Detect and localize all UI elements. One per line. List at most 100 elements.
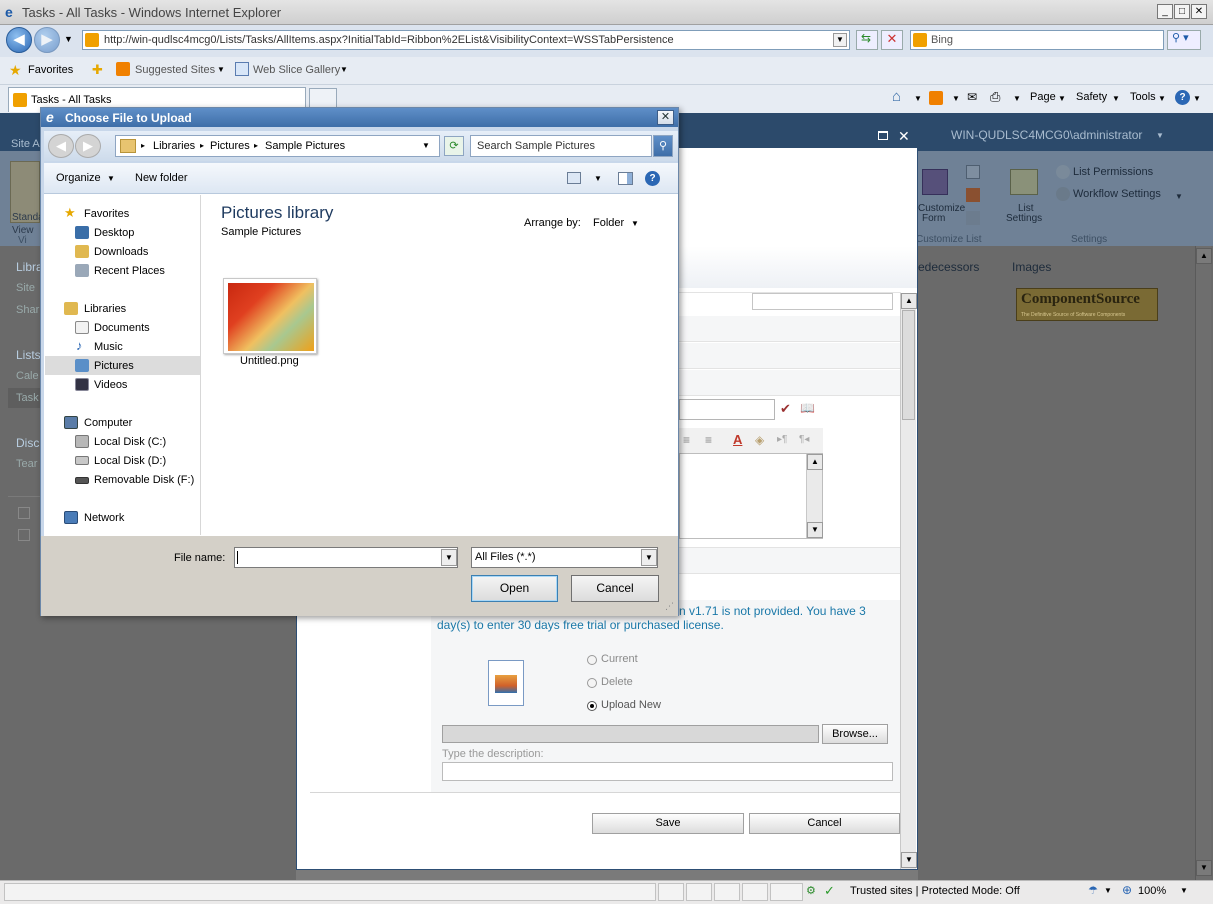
add-favorite-icon[interactable]: ✚ — [92, 62, 103, 78]
address-text[interactable]: http://win-qudlsc4mcg0/Lists/Tasks/AllIt… — [104, 34, 674, 46]
feeds-icon[interactable] — [929, 91, 943, 105]
standard-view-button[interactable]: Standa — [10, 161, 44, 223]
modal-scrollbar[interactable]: ▲ ▼ — [900, 293, 917, 869]
modal-scroll-up-icon[interactable]: ▲ — [901, 293, 917, 309]
textarea-scroll-down-icon[interactable]: ▼ — [807, 522, 823, 538]
suggested-sites-dropdown-icon[interactable]: ▼ — [217, 65, 225, 74]
nav-recent-places[interactable]: Recent Places — [94, 265, 165, 277]
close-window-button[interactable]: ✕ — [1191, 4, 1207, 19]
nav-local-disk-d[interactable]: Local Disk (D:) — [94, 455, 166, 467]
compat-view-button[interactable]: ⇆ — [856, 30, 878, 50]
cancel-button[interactable]: Cancel — [749, 813, 900, 834]
check-names-icon[interactable]: ✔ — [780, 401, 791, 417]
print-dropdown-icon[interactable]: ▼ — [1013, 94, 1021, 103]
nav-pictures[interactable]: Pictures — [94, 360, 134, 372]
description-textarea[interactable]: ▲ ▼ — [679, 453, 823, 539]
breadcrumb-sample-pictures[interactable]: Sample Pictures — [265, 140, 345, 152]
list-settings-icon[interactable] — [1010, 169, 1038, 195]
list-permissions-button[interactable]: List Permissions — [1073, 166, 1153, 178]
workflow-settings-dropdown-icon[interactable]: ▼ — [1175, 192, 1183, 201]
font-color-icon[interactable]: A — [733, 432, 742, 447]
radio-delete[interactable] — [587, 678, 597, 688]
zoom-level[interactable]: 100% — [1138, 885, 1166, 897]
organize-dropdown-icon[interactable]: ▼ — [107, 174, 115, 183]
user-dropdown-icon[interactable]: ▼ — [1156, 131, 1164, 140]
dialog-help-icon[interactable]: ? — [645, 171, 660, 186]
web-slice-gallery-link[interactable]: Web Slice Gallery — [253, 64, 340, 76]
ltr-icon[interactable]: ▸¶ — [777, 434, 787, 445]
edit-list-icon[interactable] — [966, 165, 980, 179]
print-icon[interactable]: ⎙ — [990, 89, 1000, 105]
dialog-refresh-button[interactable]: ⟳ — [444, 136, 464, 156]
open-button[interactable]: Open — [471, 575, 558, 602]
change-view-icon[interactable] — [567, 172, 581, 184]
modal-scroll-down-icon[interactable]: ▼ — [901, 852, 917, 868]
delete-list-icon[interactable] — [966, 188, 980, 202]
home-dropdown-icon[interactable]: ▼ — [914, 94, 922, 103]
nav-network[interactable]: Network — [84, 512, 124, 524]
browse-people-icon[interactable]: 📖 — [800, 401, 815, 415]
security-zone-text[interactable]: Trusted sites | Protected Mode: Off — [850, 885, 1020, 897]
address-bar[interactable]: http://win-qudlsc4mcg0/Lists/Tasks/AllIt… — [82, 30, 850, 50]
suggested-sites-link[interactable]: Suggested Sites — [135, 64, 215, 76]
breadcrumb-libraries[interactable]: Libraries — [153, 140, 195, 152]
nav-team-link[interactable]: Tear — [16, 458, 37, 470]
page-menu[interactable]: Page — [1030, 91, 1056, 103]
organize-button[interactable]: Organize — [56, 172, 101, 184]
file-name-label[interactable]: Untitled.png — [240, 355, 299, 367]
highlight-icon[interactable]: ◈ — [755, 433, 764, 447]
nav-discussions-heading[interactable]: Disc — [16, 436, 39, 450]
forward-button[interactable]: ▶ — [34, 27, 60, 53]
file-thumbnail[interactable] — [223, 278, 317, 354]
workflow-settings-button[interactable]: Workflow Settings — [1073, 188, 1161, 200]
nav-local-disk-c[interactable]: Local Disk (C:) — [94, 436, 166, 448]
nav-downloads[interactable]: Downloads — [94, 246, 148, 258]
nav-site-link[interactable]: Site — [16, 282, 35, 294]
mail-icon[interactable]: ✉ — [967, 90, 977, 104]
browse-button[interactable]: Browse... — [822, 724, 888, 744]
file-path-input[interactable] — [442, 725, 819, 743]
tools-menu[interactable]: Tools — [1130, 91, 1156, 103]
indent-icon[interactable]: ≡ — [683, 433, 690, 447]
modal-close-icon[interactable]: ✕ — [898, 128, 910, 145]
customize-form-icon[interactable] — [922, 169, 948, 195]
arrange-by-value[interactable]: Folder — [593, 217, 624, 229]
file-name-input[interactable]: ▼ — [234, 547, 458, 568]
maximize-button[interactable]: □ — [1174, 4, 1190, 19]
nav-computer[interactable]: Computer — [84, 417, 132, 429]
dialog-search-icon[interactable]: ⚲ — [653, 135, 673, 157]
assigned-to-input[interactable] — [679, 399, 775, 420]
preview-pane-icon[interactable] — [618, 172, 633, 185]
nav-desktop[interactable]: Desktop — [94, 227, 134, 239]
breadcrumb-arrow-3[interactable]: ▸ — [254, 141, 258, 150]
file-type-dropdown-icon[interactable]: ▼ — [641, 549, 657, 566]
images-column-header[interactable]: Images — [1012, 260, 1051, 274]
radio-current[interactable] — [587, 655, 597, 665]
dialog-back-button[interactable]: ◀ — [48, 134, 74, 158]
dialog-search-box[interactable]: Search Sample Pictures — [470, 135, 652, 157]
save-button[interactable]: Save — [592, 813, 744, 834]
nav-tasks-link[interactable]: Task — [16, 392, 39, 404]
modal-maximize-icon[interactable] — [878, 131, 888, 140]
favorites-button[interactable]: Favorites — [28, 64, 73, 76]
feeds-dropdown-icon[interactable]: ▼ — [952, 94, 960, 103]
list-form-icon[interactable] — [966, 211, 980, 225]
help-icon[interactable]: ? — [1175, 90, 1190, 105]
nav-shared-link[interactable]: Shar — [16, 304, 39, 316]
dialog-cancel-button[interactable]: Cancel — [571, 575, 659, 602]
popup-blocker-icon[interactable]: ⚙ — [806, 884, 816, 897]
textarea-scroll-up-icon[interactable]: ▲ — [807, 454, 823, 470]
dialog-forward-button[interactable]: ▶ — [75, 134, 101, 158]
view-dropdown-icon[interactable]: ▼ — [594, 174, 602, 183]
resize-grip-icon[interactable]: ⋰ — [665, 601, 674, 612]
home-icon[interactable]: ⌂ — [892, 88, 901, 105]
textarea-scrollbar[interactable]: ▲ ▼ — [806, 454, 823, 538]
stop-button[interactable]: ✕ — [881, 30, 903, 50]
modal-scroll-thumb[interactable] — [902, 310, 915, 420]
page-scroll-up-icon[interactable]: ▲ — [1196, 248, 1212, 264]
outdent-icon[interactable]: ≡ — [705, 433, 712, 447]
breadcrumb-arrow-2[interactable]: ▸ — [200, 141, 204, 150]
form-field-right[interactable] — [752, 293, 893, 310]
search-box[interactable]: Bing — [910, 30, 1164, 50]
breadcrumb-pictures[interactable]: Pictures — [210, 140, 250, 152]
